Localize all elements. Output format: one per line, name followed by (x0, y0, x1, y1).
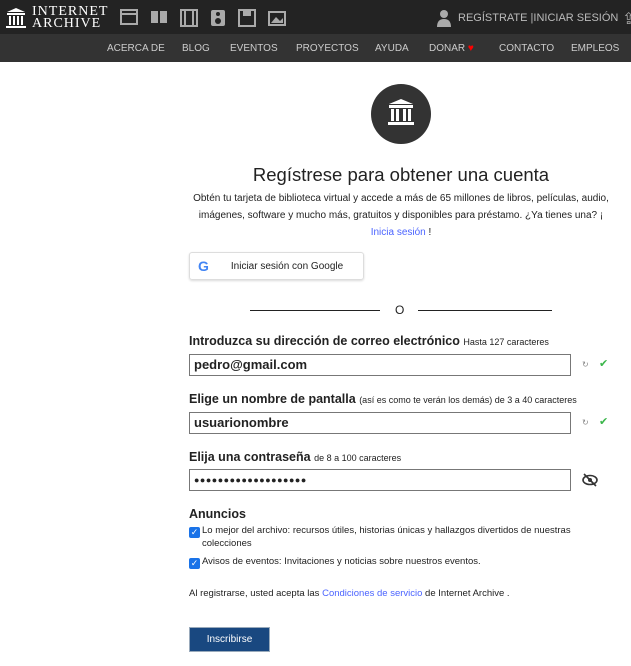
google-icon: G (198, 258, 209, 274)
page-title: Regístrese para obtener una cuenta (252, 164, 550, 185)
logo[interactable] (6, 8, 26, 33)
divider (418, 310, 552, 311)
check-icon: ✔ (599, 416, 609, 428)
nav-projects[interactable]: PROYECTOS (296, 43, 359, 54)
heart-icon: ♥ (467, 43, 474, 54)
account-links: REGÍSTRATE |INICIAR SESIÓN (458, 12, 619, 24)
username-label: Elige un nombre de pantalla (así es como… (189, 392, 577, 406)
intro-text: Obtén tu tarjeta de biblioteca virtual y… (193, 193, 609, 238)
password-input[interactable]: ●●●●●●●●●●●●●●●●●●● (189, 469, 571, 491)
video-icon[interactable] (180, 9, 198, 27)
nav-donate[interactable]: DONAR ♥ (429, 43, 474, 54)
audio-icon[interactable] (210, 9, 226, 27)
logo-text[interactable]: INTERNET ARCHIVE (32, 5, 108, 31)
nav-contact[interactable]: CONTACTO (499, 43, 554, 54)
ad2-label: Avisos de eventos: Invitaciones y notici… (202, 556, 481, 567)
username-input[interactable]: usuarionombre (189, 412, 571, 434)
divider (250, 310, 380, 311)
submit-button[interactable]: Inscribirse (189, 627, 270, 652)
terms-link[interactable]: Condiciones de servicio (322, 588, 422, 599)
nav-blog[interactable]: BLOG (182, 43, 210, 54)
archive-emblem (371, 84, 431, 144)
terms-text: Al registrarse, usted acepta las Condici… (189, 588, 510, 599)
email-label: Introduzca su dirección de correo electr… (189, 334, 549, 348)
ads-title: Anuncios (189, 507, 246, 521)
check-icon: ✔ (599, 358, 609, 370)
spinner-icon: ↻ (582, 360, 589, 369)
nav-jobs[interactable]: EMPLEOS (571, 43, 619, 54)
archive-logo-icon (6, 8, 26, 28)
nav-help[interactable]: AYUDA (375, 43, 409, 54)
login-link[interactable]: INICIAR SESIÓN (533, 12, 618, 24)
nav-events[interactable]: EVENTOS (230, 43, 278, 54)
web-icon[interactable] (120, 9, 138, 25)
ad2-checkbox[interactable]: ✓ (189, 558, 200, 569)
nav-about[interactable]: ACERCA DE (107, 43, 165, 54)
email-input[interactable]: pedro@gmail.com (189, 354, 571, 376)
software-icon[interactable] (238, 9, 256, 27)
login-link[interactable]: Inicia sesión (371, 227, 426, 238)
upload-icon[interactable]: ⇪ (622, 9, 631, 29)
or-text: O (395, 303, 405, 317)
texts-icon[interactable] (150, 9, 168, 25)
images-icon[interactable] (268, 9, 288, 27)
eye-slash-icon[interactable] (581, 473, 599, 487)
user-icon[interactable] (436, 9, 452, 27)
spinner-icon: ↻ (582, 418, 589, 427)
google-signin-button[interactable]: G Iniciar sesión con Google (189, 252, 364, 280)
ad1-checkbox[interactable]: ✓ (189, 527, 200, 538)
signup-link[interactable]: REGÍSTRATE (458, 12, 527, 24)
archive-logo-icon (388, 99, 414, 125)
password-label: Elija una contraseña de 8 a 100 caracter… (189, 450, 402, 464)
media-menu (120, 9, 288, 27)
ad1-label: Lo mejor del archivo: recursos útiles, h… (202, 525, 571, 549)
